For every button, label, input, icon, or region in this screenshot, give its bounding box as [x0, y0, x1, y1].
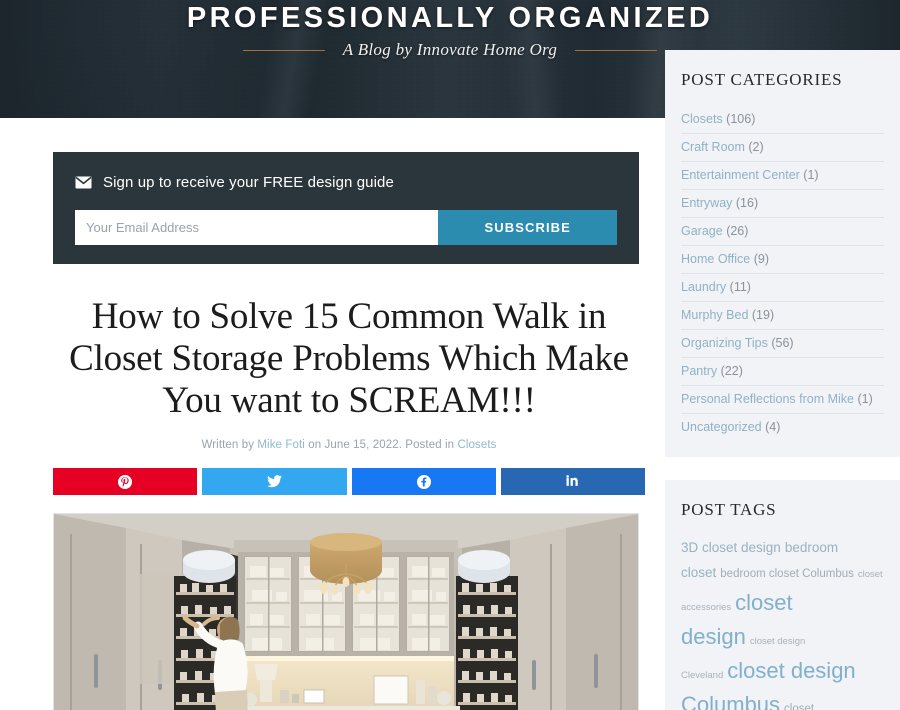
category-list: Closets (106) Craft Room (2) Entertainme… [681, 106, 884, 441]
sidebar-category-garage[interactable]: Garage [681, 224, 723, 238]
newsletter-form: SUBSCRIBE [75, 210, 617, 245]
list-item[interactable]: Craft Room (2) [681, 134, 884, 162]
share-twitter-button[interactable] [202, 468, 347, 496]
blog-page: PROFESSIONALLY ORGANIZED A Blog by Innov… [0, 0, 900, 710]
closet-photo [54, 514, 638, 710]
sidebar-category-craft-room[interactable]: Craft Room [681, 140, 745, 154]
post-tags-title: POST TAGS [681, 500, 777, 519]
sidebar-category-personal-reflections[interactable]: Personal Reflections from Mike [681, 392, 854, 406]
list-item[interactable]: Organizing Tips (56) [681, 330, 884, 358]
category-count: (1) [857, 392, 873, 406]
social-share-row [53, 468, 645, 496]
sidebar-category-entertainment-center[interactable]: Entertainment Center [681, 168, 800, 182]
facebook-icon [416, 474, 431, 489]
tagline-rule-right [575, 49, 658, 51]
category-count: (4) [765, 420, 781, 434]
list-item[interactable]: Uncategorized (4) [681, 414, 884, 441]
list-item[interactable]: Closets (106) [681, 106, 884, 134]
list-item[interactable]: Murphy Bed (19) [681, 302, 884, 330]
sidebar-category-pantry[interactable]: Pantry [681, 364, 717, 378]
category-count: (11) [729, 280, 751, 294]
share-facebook-button[interactable] [351, 468, 496, 496]
list-item[interactable]: Garage (26) [681, 218, 884, 246]
category-count: (9) [753, 252, 770, 266]
sidebar: POST CATEGORIES Closets (106) Craft Room… [665, 50, 900, 710]
sidebar-category-closets[interactable]: Closets [681, 112, 723, 126]
post-tags-widget: POST TAGS 3D closet design bedroom closet… [665, 480, 900, 710]
main-content-column: Sign up to receive your FREE design guid… [53, 118, 645, 710]
tag-closet-design-columbus[interactable]: closet design Columbus [681, 658, 856, 710]
category-count: (1) [803, 168, 819, 182]
byline-author-link[interactable]: Mike Foti [257, 439, 305, 451]
category-count: (56) [771, 336, 794, 350]
featured-image [53, 513, 639, 710]
newsletter-heading-text: Sign up to receive your FREE design guid… [103, 174, 394, 191]
sidebar-category-uncategorized[interactable]: Uncategorized [681, 420, 762, 434]
list-item[interactable]: Laundry (11) [681, 274, 884, 302]
sidebar-category-home-office[interactable]: Home Office [681, 252, 750, 266]
list-item[interactable]: Personal Reflections from Mike (1) [681, 386, 884, 414]
list-item[interactable]: Entryway (16) [681, 190, 884, 218]
tag-bedroom-closet-columbus[interactable]: bedroom closet Columbus [720, 568, 854, 580]
email-input[interactable] [75, 210, 439, 245]
byline-date: June 15, 2022 [324, 439, 399, 452]
site-tagline: A Blog by Innovate Home Org [342, 40, 558, 59]
tagline-rule-left [242, 49, 325, 51]
sidebar-category-organizing-tips[interactable]: Organizing Tips [681, 336, 768, 350]
newsletter-signup-box: Sign up to receive your FREE design guid… [53, 152, 639, 264]
category-count: (22) [720, 364, 743, 378]
post-byline: Written by Mike Foti on June 15, 2022. P… [53, 439, 645, 451]
list-item[interactable]: Home Office (9) [681, 246, 884, 274]
newsletter-heading-row: Sign up to receive your FREE design guid… [75, 174, 617, 191]
category-count: (26) [726, 224, 749, 238]
share-pinterest-button[interactable] [53, 468, 198, 496]
list-item[interactable]: Pantry (22) [681, 358, 884, 386]
category-count: (16) [735, 196, 759, 210]
list-item[interactable]: Entertainment Center (1) [681, 162, 884, 190]
twitter-icon [266, 475, 282, 488]
subscribe-button[interactable]: SUBSCRIBE [438, 210, 617, 245]
category-count: (2) [748, 140, 764, 154]
tag-cloud: 3D closet design bedroom closet bedroom cl… [681, 536, 884, 710]
sidebar-category-entryway[interactable]: Entryway [681, 196, 732, 210]
byline-posted-in: . Posted in [398, 439, 458, 452]
tag-3d-closet-design[interactable]: 3D closet design [681, 540, 781, 555]
category-count: (106) [726, 112, 756, 126]
byline-written-by: Written by [201, 439, 258, 452]
share-linkedin-button[interactable] [500, 468, 645, 496]
site-title: PROFESSIONALLY ORGANIZED [186, 2, 714, 34]
pinterest-icon [118, 474, 133, 489]
byline-on: on [304, 439, 325, 452]
byline-category-link[interactable]: Closets [457, 439, 496, 451]
linkedin-icon [566, 474, 580, 489]
post-categories-title: POST CATEGORIES [681, 70, 843, 89]
sidebar-category-murphy-bed[interactable]: Murphy Bed [681, 308, 748, 322]
envelope-icon [75, 176, 92, 189]
page-title: How to Solve 15 Common Walk in Closet St… [69, 296, 629, 421]
sidebar-category-laundry[interactable]: Laundry [681, 280, 726, 294]
category-count: (19) [751, 308, 775, 322]
post-categories-widget: POST CATEGORIES Closets (106) Craft Room… [665, 50, 900, 457]
